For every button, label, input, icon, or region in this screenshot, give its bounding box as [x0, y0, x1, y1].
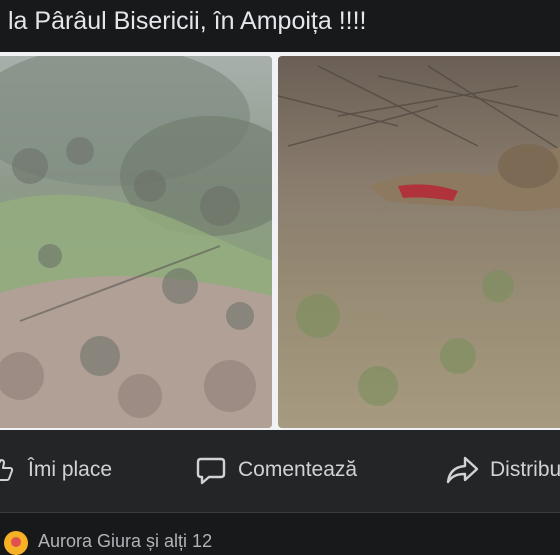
- animal-carcass-photo[interactable]: [278, 56, 560, 428]
- thumbs-up-icon: [0, 453, 18, 487]
- comment-label: Comentează: [238, 458, 358, 481]
- carcass-image: [278, 56, 560, 428]
- post-caption-bar: la Pârâul Bisericii, în Ampoița !!!!: [0, 0, 560, 52]
- hillside-photo[interactable]: [0, 56, 272, 428]
- share-label: Distribuie: [490, 458, 560, 481]
- post-caption: la Pârâul Bisericii, în Ampoița !!!!: [8, 7, 367, 35]
- reactions-text: Aurora Giura și alți 12: [38, 531, 213, 551]
- comment-button[interactable]: Comentează: [194, 452, 357, 488]
- photo-grid: [0, 52, 560, 430]
- post-action-bar: Îmi place Comentează Distribuie: [0, 430, 560, 512]
- like-button[interactable]: Îmi place: [0, 452, 112, 488]
- reactions-summary[interactable]: Aurora Giura și alți 12: [0, 512, 560, 555]
- hillside-image: [0, 56, 272, 428]
- like-label: Îmi place: [28, 458, 113, 481]
- share-button[interactable]: Distribuie: [446, 452, 560, 488]
- comment-icon: [194, 453, 228, 487]
- love-reaction-icon: [4, 531, 28, 555]
- share-arrow-icon: [446, 453, 480, 487]
